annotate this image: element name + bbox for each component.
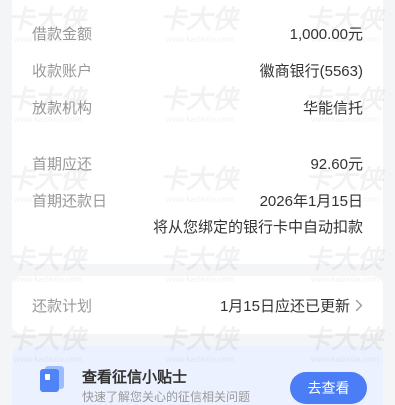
loan-amount-value: 1,000.00元 (289, 26, 363, 43)
first-payment-amount-value: 92.60元 (310, 156, 363, 173)
credit-tips-subtitle: 快速了解您关心的征信相关问题 (82, 390, 251, 404)
receiving-account-label: 收款账户 (32, 63, 93, 80)
auto-debit-note: 将从您绑定的银行卡中自动扣款 (152, 219, 363, 236)
credit-tips-title: 查看征信小贴士 (82, 369, 188, 386)
first-payment-date-row: 首期还款日 2026年1月15日 (12, 182, 383, 219)
loan-detail-page: 借款金额 1,000.00元 收款账户 徽商银行(5563) 放款机构 华能信托… (0, 0, 395, 405)
lender-row: 放款机构 华能信托 (12, 89, 383, 126)
loan-amount-row: 借款金额 1,000.00元 (12, 15, 383, 52)
repayment-plan-status: 1月15日应还已更新 (219, 297, 350, 315)
loan-info-card: 借款金额 1,000.00元 收款账户 徽商银行(5563) 放款机构 华能信托… (12, 0, 383, 264)
first-payment-date-label: 首期还款日 (32, 193, 108, 210)
repayment-plan-row[interactable]: 还款计划 1月15日应还已更新 (12, 276, 383, 334)
first-payment-amount-row: 首期应还 92.60元 (12, 145, 383, 182)
credit-report-icon (40, 366, 64, 392)
first-payment-date-value: 2026年1月15日 (259, 193, 363, 210)
lender-label: 放款机构 (32, 100, 93, 117)
repayment-plan-card[interactable]: 还款计划 1月15日应还已更新 (12, 276, 383, 334)
credit-tips-card: 查看征信小贴士 快速了解您关心的征信相关问题 去查看 (12, 346, 383, 405)
chevron-right-icon (355, 299, 363, 311)
repayment-plan-label: 还款计划 (32, 297, 93, 315)
receiving-account-row: 收款账户 徽商银行(5563) (12, 52, 383, 89)
view-tips-button[interactable]: 去查看 (290, 372, 367, 404)
first-payment-amount-label: 首期应还 (32, 156, 93, 173)
repayment-plan-link[interactable]: 1月15日应还已更新 (220, 295, 363, 316)
loan-amount-label: 借款金额 (32, 26, 93, 43)
lender-value: 华能信托 (302, 100, 363, 117)
receiving-account-value: 徽商银行(5563) (259, 63, 363, 80)
